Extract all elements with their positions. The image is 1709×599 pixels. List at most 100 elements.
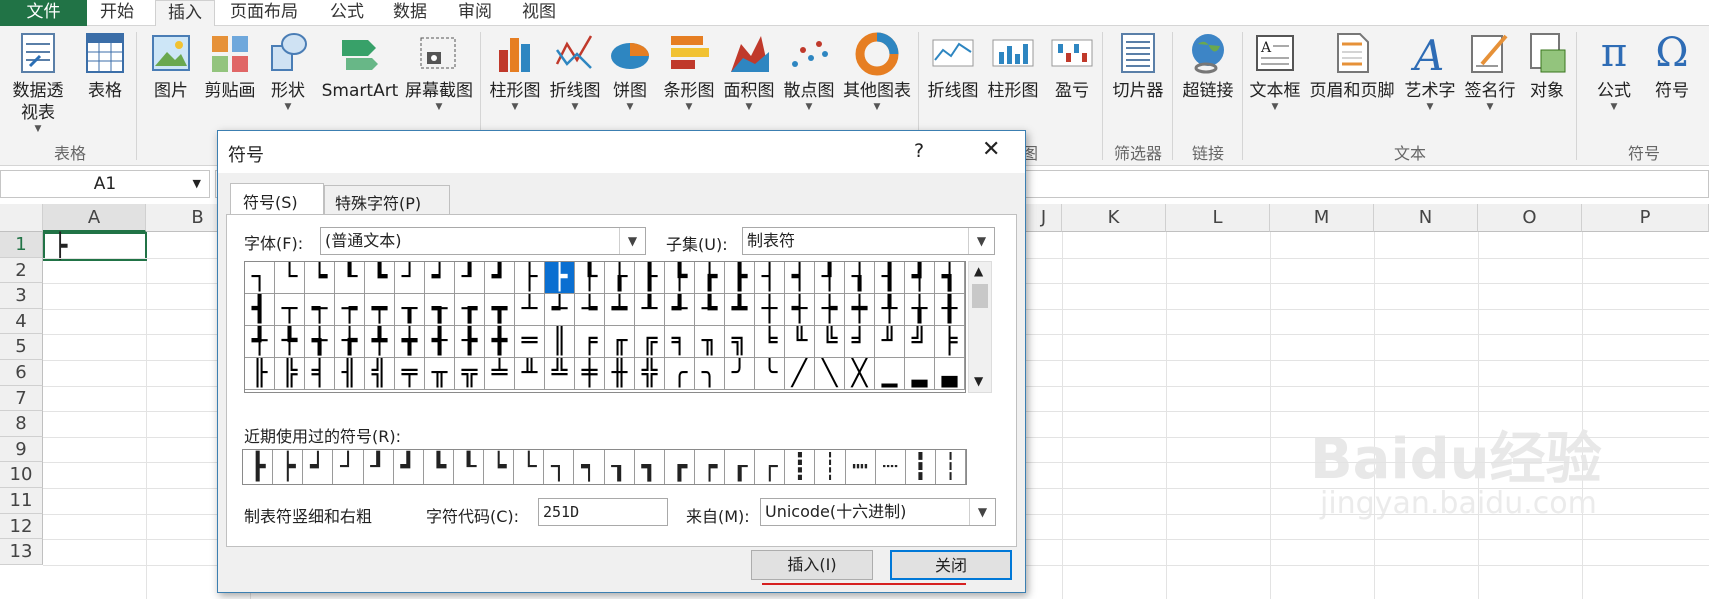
symbol-cell[interactable]: ╔ [635,326,665,358]
symbol-cell[interactable]: ╟ [245,358,275,390]
picture-button[interactable]: 图片 [145,30,197,102]
symbol-cell[interactable]: ╩ [545,358,575,390]
recent-symbol-cell[interactable]: ┖ [454,450,484,484]
symbol-cell[interactable]: ╜ [875,326,905,358]
symbol-cell[interactable]: ╥ [425,358,455,390]
symbol-cell[interactable]: ┖ [335,262,365,294]
symbol-cell[interactable]: ╭ [665,358,695,390]
row-header[interactable]: 10 [0,462,43,488]
symbol-cell[interactable]: ╤ [395,358,425,390]
scatter-chart-button[interactable]: 散点图 ▼ [780,30,838,112]
symbol-cell[interactable]: ┶ [575,294,605,326]
symbol-cell[interactable]: ╝ [905,326,935,358]
bar-chart-button[interactable]: 条形图 ▼ [660,30,718,112]
symbol-cell[interactable]: ┩ [905,262,935,294]
symbol-cell[interactable]: ┛ [485,262,515,294]
symbol-cell[interactable]: ┬ [275,294,305,326]
close-button[interactable]: 关闭 [890,550,1012,580]
symbol-cell[interactable]: ┚ [455,262,485,294]
tab-page-layout[interactable]: 页面布局 [230,0,298,26]
name-box[interactable]: A1 ▼ [0,170,210,198]
symbol-cell[interactable]: ┺ [695,294,725,326]
symbol-cell[interactable]: ┰ [395,294,425,326]
recent-symbol-cell[interactable]: ┓ [635,450,665,484]
recent-symbol-cell[interactable]: ┙ [303,450,334,484]
column-header-o[interactable]: O [1478,204,1582,232]
recent-symbol-cell[interactable]: ┆ [936,450,966,484]
recent-symbols[interactable]: ┣ ┝ ┙ ┘ ┚ ┛ ┗ ┖ ┕ └ ┐ ┑ ┒ ┓ ┏ ┍ ┎ ┌ ┋ ┊ ┉ ┈ ┇ ┆ [242,449,967,485]
line-chart-button[interactable]: 折线图 ▼ [546,30,604,112]
symbol-cell[interactable]: ╢ [335,358,365,390]
recent-symbol-cell[interactable]: ┌ [755,450,786,484]
symbol-cell[interactable]: ┙ [425,262,455,294]
symbol-cell[interactable]: ╯ [725,358,755,390]
symbol-cell[interactable]: ╀ [875,294,905,326]
symbol-cell[interactable]: ┴ [515,294,545,326]
symbol-cell[interactable]: ╒ [575,326,605,358]
recent-symbol-cell[interactable]: ┕ [484,450,515,484]
symbol-cell[interactable]: ┠ [635,262,665,294]
symbol-cell[interactable]: ▁ [875,358,905,390]
symbol-cell[interactable]: ╗ [725,326,755,358]
screenshot-button[interactable]: 屏幕截图 ▼ [402,30,476,112]
sparkline-winloss-button[interactable]: 盈亏 [1046,30,1098,102]
symbol-cell[interactable]: ┟ [605,262,635,294]
symbol-cell[interactable]: ╖ [695,326,725,358]
symbol-cell[interactable]: ╬ [635,358,665,390]
column-header-j[interactable]: J [1026,204,1062,232]
column-header-m[interactable]: M [1270,204,1374,232]
recent-symbol-cell[interactable]: ┊ [815,450,846,484]
slicer-button[interactable]: 切片器 [1106,30,1170,102]
row-header[interactable]: 12 [0,513,43,540]
symbol-cell[interactable]: ┼ [755,294,785,326]
recent-symbol-cell[interactable]: ┑ [574,450,605,484]
area-chart-button[interactable]: 面积图 ▼ [720,30,778,112]
symbol-cell[interactable]: ╠ [275,358,305,390]
symbol-cell[interactable]: ┮ [335,294,365,326]
symbol-cell[interactable]: ╃ [245,326,275,358]
symbol-cell[interactable]: ├ [515,262,545,294]
symbol-cell[interactable]: ┢ [695,262,725,294]
symbol-cell[interactable]: ╨ [515,358,545,390]
recent-symbol-cell[interactable]: ┘ [333,450,364,484]
symbol-cell[interactable]: ╕ [665,326,695,358]
symbol-cell[interactable]: ┭ [305,294,335,326]
symbol-cell[interactable]: ╣ [365,358,395,390]
from-select[interactable]: Unicode(十六进制) ▼ [760,498,996,526]
symbol-cell[interactable]: ╧ [485,358,515,390]
recent-symbol-cell[interactable]: ┝ [273,450,304,484]
sparkline-column-button[interactable]: 柱形图 [984,30,1042,102]
column-header-p[interactable]: P [1582,204,1709,232]
scroll-down-icon[interactable]: ▼ [974,374,983,388]
close-icon[interactable]: ✕ [982,137,1000,162]
symbol-cell[interactable]: └ [275,262,305,294]
recent-symbol-cell[interactable]: └ [514,450,545,484]
recent-symbol-cell[interactable]: ┐ [544,450,575,484]
char-code-input[interactable]: 251D [538,498,668,526]
recent-symbol-cell[interactable]: ┒ [605,450,635,484]
row-header[interactable]: 2 [0,257,43,284]
symbol-cell[interactable]: ┳ [485,294,515,326]
symbol-cell[interactable]: ┷ [605,294,635,326]
object-button[interactable]: 对象 [1522,30,1572,102]
recent-symbol-cell[interactable]: ┍ [695,450,725,484]
symbol-cell[interactable]: ┾ [815,294,845,326]
symbol-grid-scrollbar[interactable]: ▲ ▼ [968,261,992,393]
row-header[interactable]: 8 [0,411,43,437]
symbol-cell[interactable]: ╈ [395,326,425,358]
row-header[interactable]: 7 [0,385,43,412]
scroll-thumb[interactable] [972,284,988,308]
symbol-cell[interactable]: ┱ [425,294,455,326]
column-header-n[interactable]: N [1374,204,1478,232]
symbol-cell[interactable]: ╡ [305,358,335,390]
symbol-cell[interactable]: ╰ [755,358,785,390]
header-footer-button[interactable]: 页眉和页脚 [1306,30,1398,102]
symbol-cell[interactable]: ╂ [935,294,965,326]
symbol-cell[interactable]: ┲ [455,294,485,326]
row-header[interactable]: 4 [0,308,43,335]
symbol-cell[interactable]: ╮ [695,358,725,390]
recent-symbol-cell[interactable]: ┛ [394,450,424,484]
symbol-button[interactable]: Ω 符号 [1644,30,1700,102]
tab-file[interactable]: 文件 [0,0,87,26]
symbol-cell[interactable]: ╄ [275,326,305,358]
